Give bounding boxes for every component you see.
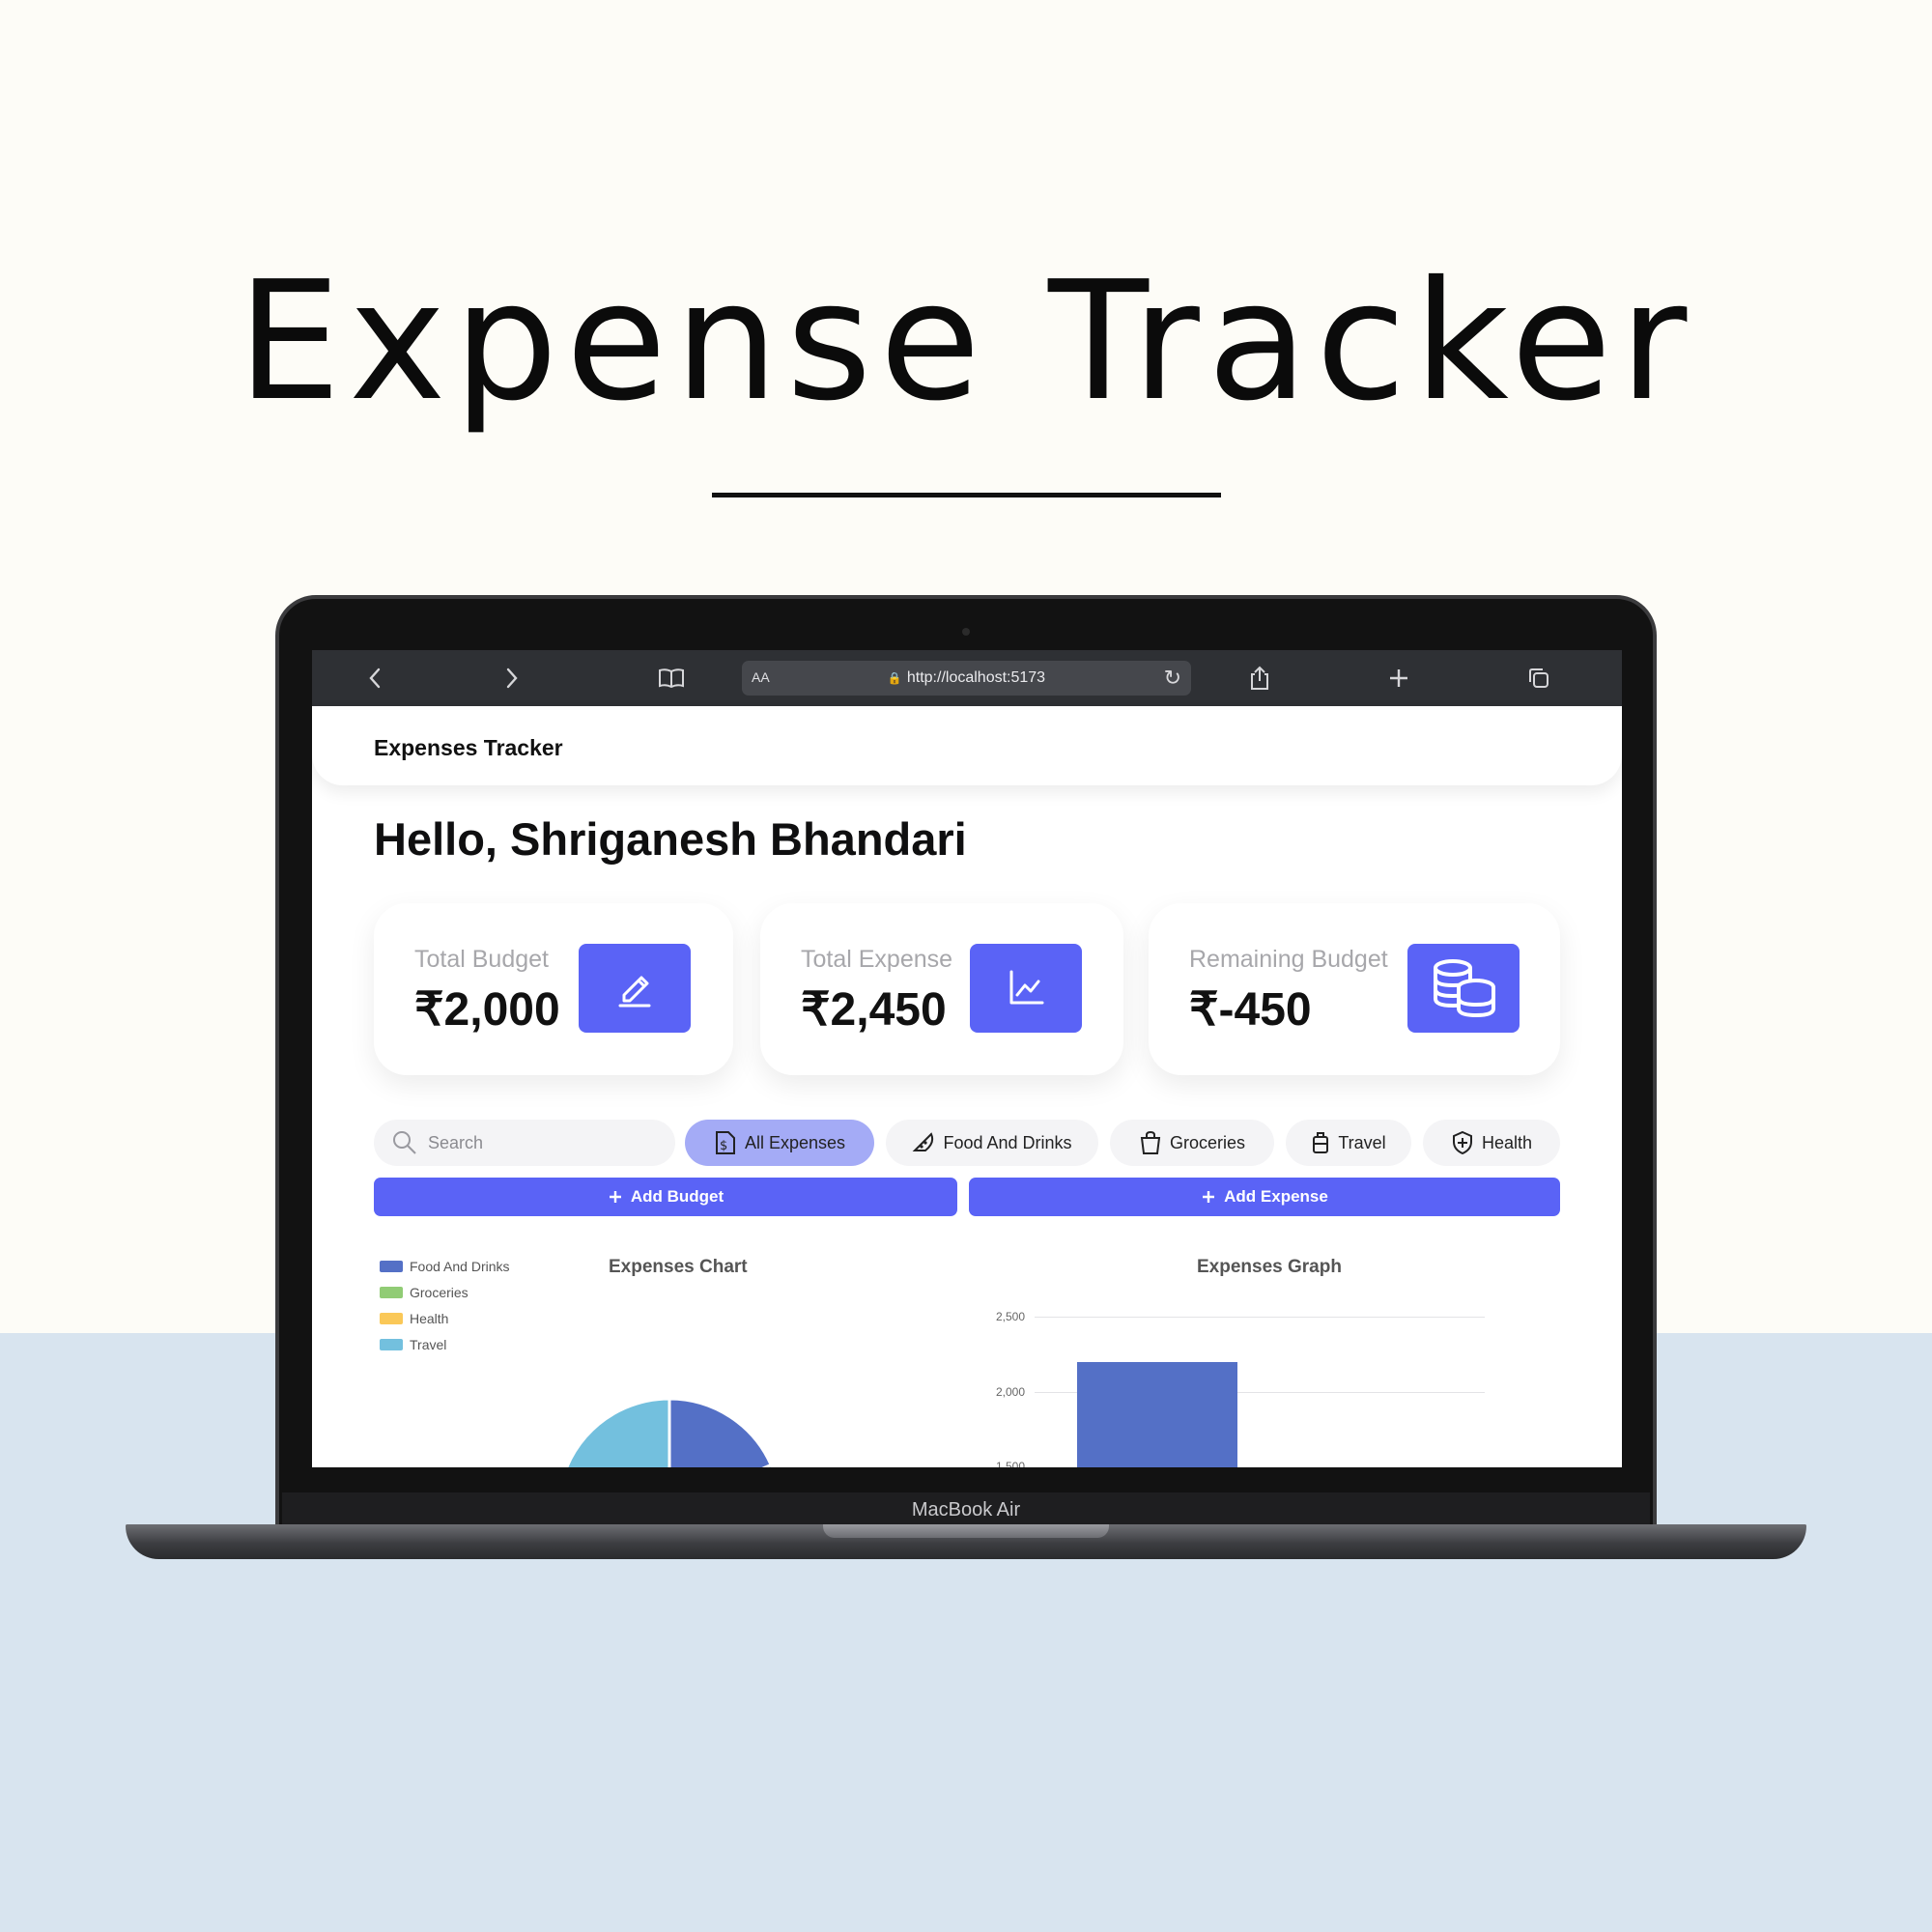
add-expense-button[interactable]: Add Expense — [969, 1178, 1560, 1216]
filter-label: Food And Drinks — [943, 1132, 1072, 1152]
add-budget-button[interactable]: Add Budget — [374, 1178, 957, 1216]
pizza-icon — [912, 1131, 935, 1154]
search-box[interactable] — [374, 1120, 675, 1166]
filter-health[interactable]: Health — [1423, 1120, 1560, 1166]
plus-icon — [608, 1189, 623, 1205]
health-shield-icon — [1451, 1130, 1474, 1155]
legend-label: Health — [410, 1311, 449, 1326]
expenses-chart-title: Expenses Chart — [609, 1257, 748, 1277]
laptop-model-label: MacBook Air — [282, 1492, 1650, 1528]
filter-all-expenses[interactable]: $ All Expenses — [685, 1120, 874, 1166]
app-header: Expenses Tracker — [312, 706, 1622, 785]
pie-slice-food-and-drinks[interactable] — [668, 1397, 774, 1467]
search-input[interactable] — [428, 1129, 660, 1156]
legend-item-travel[interactable]: Travel — [380, 1337, 446, 1352]
legend-label: Travel — [410, 1337, 447, 1352]
expenses-bar-chart — [1077, 650, 1237, 1467]
laptop-notch — [823, 1524, 1109, 1538]
filter-label: All Expenses — [744, 1132, 846, 1152]
pencil-icon[interactable] — [579, 944, 691, 1033]
legend-item-groceries[interactable]: Groceries — [380, 1285, 469, 1300]
browser-toolbar: AA 🔒 http://localhost:5173 ↻ — [312, 650, 1622, 706]
search-icon — [391, 1129, 418, 1156]
book-icon[interactable] — [657, 664, 686, 693]
luggage-icon — [1311, 1130, 1330, 1155]
plus-icon[interactable] — [1384, 664, 1413, 693]
card-value: ₹2,450 — [801, 984, 947, 1036]
legend-item-health[interactable]: Health — [380, 1311, 448, 1326]
filter-label: Travel — [1338, 1132, 1386, 1152]
filter-label: Health — [1481, 1132, 1533, 1152]
camera-icon — [962, 628, 970, 636]
legend-swatch — [380, 1313, 403, 1324]
laptop-screen: AA 🔒 http://localhost:5173 ↻ Expenses Tra… — [312, 650, 1622, 1467]
lock-icon: 🔒 — [887, 671, 902, 685]
hero-title: Expense Tracker — [237, 246, 1695, 438]
filter-food-and-drinks[interactable]: Food And Drinks — [886, 1120, 1098, 1166]
tabs-icon[interactable] — [1524, 664, 1553, 693]
coins-icon[interactable] — [1407, 944, 1520, 1033]
legend-label: Food And Drinks — [410, 1259, 510, 1274]
y-tick-label: 1,500 — [995, 1460, 1025, 1467]
add-budget-label: Add Budget — [630, 1187, 724, 1206]
total-budget-card: Total Budget ₹2,000 — [374, 903, 733, 1075]
total-expense-card: Total Expense ₹2,450 — [760, 903, 1123, 1075]
filter-travel[interactable]: Travel — [1286, 1120, 1411, 1166]
greeting-heading: Hello, Shriganesh Bhandari — [374, 813, 967, 865]
add-expense-label: Add Expense — [1224, 1187, 1328, 1206]
legend-swatch — [380, 1261, 403, 1272]
title-underline — [712, 493, 1221, 497]
legend-swatch — [380, 1339, 403, 1350]
app-title[interactable]: Expenses Tracker — [374, 735, 563, 761]
chevron-left-icon[interactable] — [360, 664, 389, 693]
y-tick-label: 2,000 — [995, 1385, 1025, 1399]
share-icon[interactable] — [1245, 664, 1274, 693]
legend-item-food-and-drinks[interactable]: Food And Drinks — [380, 1259, 510, 1274]
bar-mark[interactable] — [1077, 1361, 1237, 1467]
card-label: Total Budget — [414, 946, 549, 973]
svg-text:$: $ — [720, 1139, 727, 1153]
url-text: http://localhost:5173 — [906, 669, 1046, 686]
card-label: Total Expense — [801, 946, 953, 973]
chevron-right-icon[interactable] — [497, 664, 526, 693]
expenses-pie-chart — [565, 1397, 774, 1467]
dollar-file-icon: $ — [714, 1130, 737, 1155]
card-value: ₹2,000 — [414, 984, 560, 1036]
legend-label: Groceries — [410, 1285, 469, 1300]
line-chart-icon[interactable] — [970, 944, 1082, 1033]
y-tick-label: 2,500 — [995, 1310, 1025, 1323]
legend-swatch — [380, 1287, 403, 1298]
